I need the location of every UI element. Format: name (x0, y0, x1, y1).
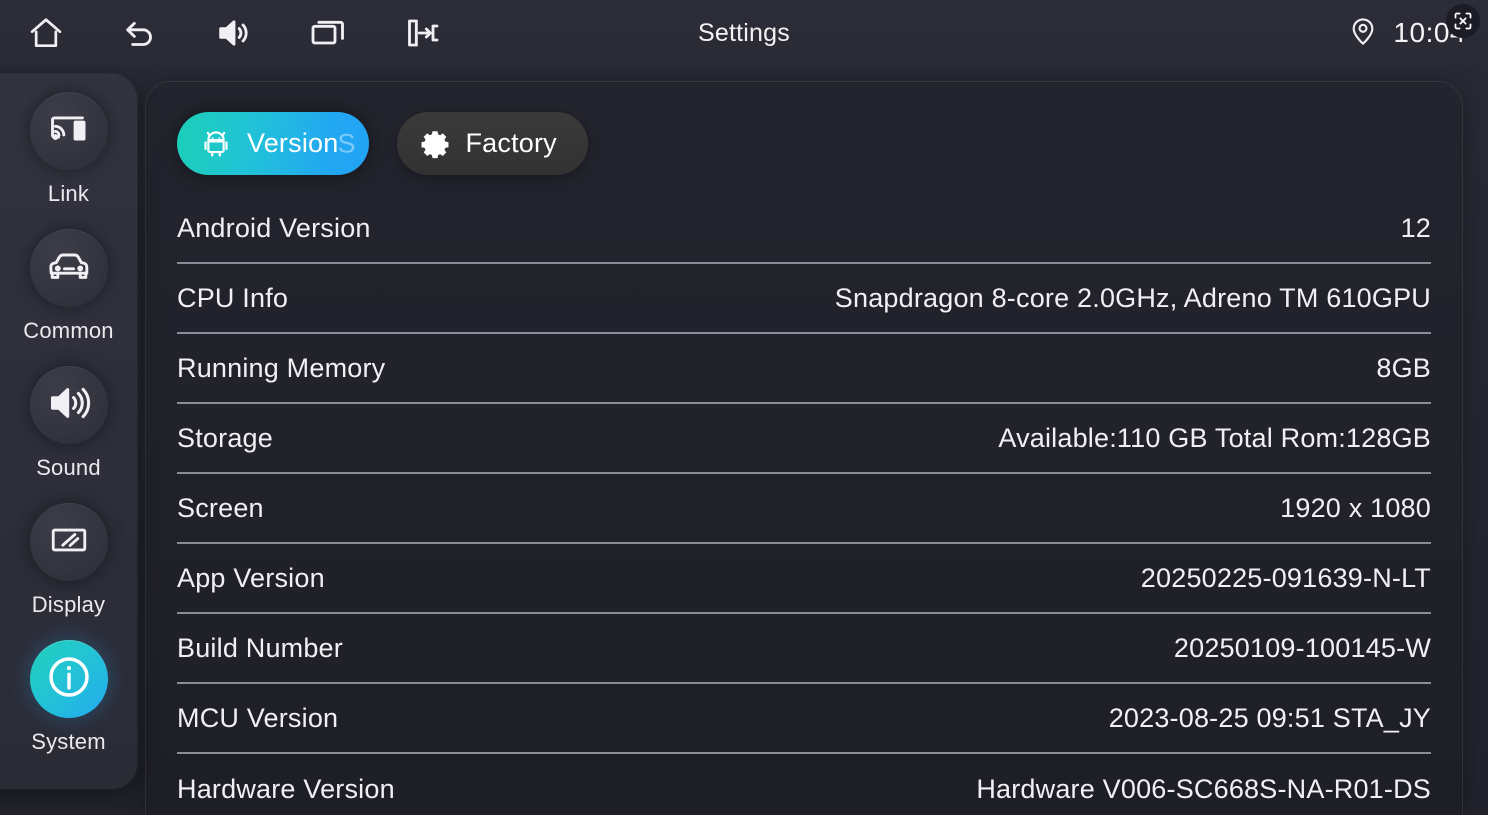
recents-button[interactable] (304, 9, 352, 57)
sidebar-icon-wrap (29, 92, 108, 170)
sidebar-item-label: Sound (36, 455, 101, 480)
sidebar-item-display[interactable]: Display (0, 499, 137, 636)
sidebar-item-common[interactable]: Common (0, 225, 137, 362)
sidebar-icon-wrap (29, 503, 108, 581)
tab-factory-label: Factory (465, 128, 557, 158)
tab-bar: Version S Factory (146, 82, 1462, 194)
info-row-value: Snapdragon 8-core 2.0GHz, Adreno TM 610G… (834, 282, 1431, 313)
info-row[interactable]: CPU Info Snapdragon 8-core 2.0GHz, Adreno… (177, 264, 1431, 334)
display-icon (47, 518, 91, 567)
info-row[interactable]: Storage Available:110 GB Total Rom:128GB (177, 404, 1431, 474)
home-icon (27, 14, 65, 52)
info-row-key: App Version (177, 562, 325, 593)
info-row[interactable]: Screen 1920 x 1080 (177, 474, 1431, 544)
info-row-key: Build Number (177, 632, 343, 663)
head-unit-screen: Settings 10:04 Link Common Sound Display… (0, 0, 1488, 815)
info-row-value: 8GB (1376, 352, 1431, 383)
info-row-key: MCU Version (177, 702, 339, 733)
speaker-icon (46, 380, 92, 431)
sidebar-item-label: Display (31, 592, 106, 617)
car-icon (45, 242, 93, 295)
recents-icon (308, 13, 348, 53)
info-row-key: Screen (177, 492, 264, 523)
gear-icon (419, 128, 451, 160)
home-button[interactable] (22, 9, 70, 57)
back-button[interactable] (116, 9, 164, 57)
sidebar-icon-wrap (29, 640, 108, 718)
screen-cast-icon (46, 106, 92, 157)
screenshot-capture-icon[interactable] (1446, 4, 1480, 38)
status-bar: Settings 10:04 (0, 0, 1488, 66)
system-info-list: Android Version 12 CPU Info Snapdragon 8-co… (146, 194, 1462, 815)
info-row-key: Android Version (177, 212, 371, 243)
tab-underlying-text: S (337, 128, 356, 158)
sidebar-item-label: System (31, 729, 106, 754)
volume-icon (214, 13, 254, 53)
sidebar-item-sound[interactable]: Sound (0, 362, 137, 499)
back-icon (120, 13, 160, 53)
tab-factory[interactable]: Factory (397, 112, 588, 175)
info-row-key: Hardware Version (177, 773, 395, 804)
sidebar-icon-wrap (29, 366, 108, 444)
sidebar-item-label: Link (47, 181, 90, 206)
content-panel: Version S Factory Android Version 12 CPU I… (146, 82, 1462, 815)
info-row[interactable]: App Version 20250225-091639-N-LT (177, 544, 1431, 614)
info-row-value: Hardware V006-SC668S-NA-R01-DS (976, 773, 1431, 804)
info-row-value: 2023-08-25 09:51 STA_JY (1108, 702, 1431, 733)
info-row-value: 1920 x 1080 (1280, 492, 1431, 523)
nav-icon-group (0, 9, 446, 57)
exit-icon (402, 13, 442, 53)
info-row-value: 20250225-091639-N-LT (1140, 562, 1431, 593)
sidebar-item-link[interactable]: Link (0, 88, 137, 225)
sidebar-item-system[interactable]: System (0, 636, 137, 773)
info-row-key: Storage (177, 422, 273, 453)
exit-button[interactable] (398, 9, 446, 57)
info-row[interactable]: Build Number 20250109-100145-W (177, 614, 1431, 684)
info-row-key: Running Memory (177, 352, 386, 383)
location-pin-icon (1347, 15, 1379, 52)
tab-version[interactable]: Version S (177, 112, 370, 175)
info-row[interactable]: Android Version 12 (177, 194, 1431, 264)
info-row-value: 20250109-100145-W (1173, 632, 1431, 663)
info-row[interactable]: MCU Version 2023-08-25 09:51 STA_JY (177, 684, 1431, 754)
sidebar: Link Common Sound Display System (0, 74, 137, 789)
android-robot-icon (199, 127, 233, 161)
info-icon (43, 651, 95, 708)
volume-button[interactable] (210, 9, 258, 57)
info-row-value: Available:110 GB Total Rom:128GB (998, 422, 1431, 453)
info-row-value: 12 (1400, 212, 1431, 243)
info-row[interactable]: Hardware Version Hardware V006-SC668S-NA-… (177, 754, 1431, 815)
info-row-key: CPU Info (177, 282, 289, 313)
tab-version-label: Version (247, 128, 339, 158)
sidebar-icon-wrap (29, 229, 108, 307)
sidebar-item-label: Common (23, 318, 114, 343)
info-row[interactable]: Running Memory 8GB (177, 334, 1431, 404)
